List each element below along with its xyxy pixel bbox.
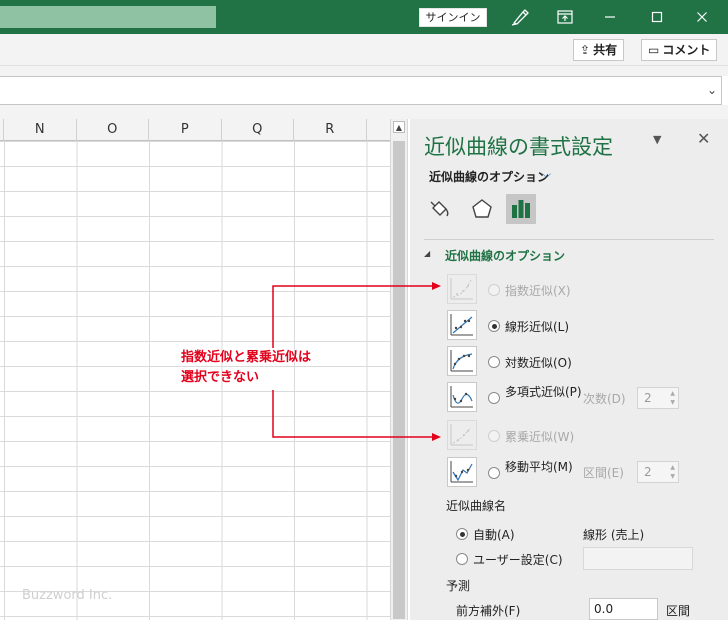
callout-arrows	[272, 282, 441, 441]
callout-line1: 指数近似と累乗近似は	[181, 350, 312, 365]
watermark: Buzzword Inc.	[22, 588, 113, 603]
callout-line2: 選択できない	[181, 370, 260, 385]
callout-text: 指数近似と累乗近似は 選択できない	[181, 348, 311, 388]
